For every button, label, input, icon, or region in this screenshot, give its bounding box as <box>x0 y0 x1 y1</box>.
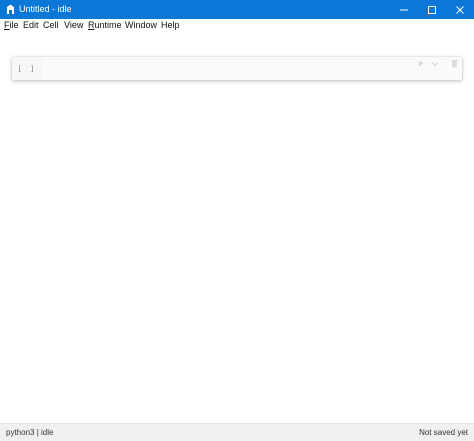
kernel-status: python3 | idle <box>6 428 54 437</box>
delete-cell-button[interactable] <box>449 59 459 68</box>
status-bar: python3 | idle Not saved yet <box>0 423 474 441</box>
run-cell-icon <box>419 60 424 67</box>
menu-bar: File Edit Cell View Runtime Window Help <box>0 19 474 31</box>
menu-cell[interactable]: Cell <box>43 20 59 31</box>
save-status: Not saved yet <box>419 428 468 437</box>
menu-edit[interactable]: Edit <box>23 20 39 31</box>
maximize-icon <box>428 5 436 14</box>
close-icon <box>456 5 464 14</box>
minimize-icon <box>400 9 408 10</box>
cell-chevron-down-icon <box>431 61 439 66</box>
menu-runtime[interactable]: Runtime <box>88 20 122 31</box>
cell-prompt: [ ] <box>17 64 37 73</box>
run-cell-button[interactable] <box>416 59 426 68</box>
window-title: Untitled - idle <box>19 4 72 14</box>
cell-options-button[interactable] <box>430 59 440 68</box>
title-bar[interactable]: Untitled - idle <box>0 0 474 19</box>
minimize-button[interactable] <box>390 0 418 19</box>
cell-editor[interactable] <box>42 57 462 80</box>
maximize-button[interactable] <box>418 0 446 19</box>
menu-window[interactable]: Window <box>125 20 157 31</box>
menu-file[interactable]: File <box>4 20 19 31</box>
menu-help[interactable]: Help <box>161 20 180 31</box>
notebook-icon <box>7 4 14 14</box>
delete-cell-icon <box>451 60 457 68</box>
code-cell[interactable]: [ ] <box>12 57 462 80</box>
close-button[interactable] <box>446 0 474 19</box>
menu-view[interactable]: View <box>64 20 83 31</box>
